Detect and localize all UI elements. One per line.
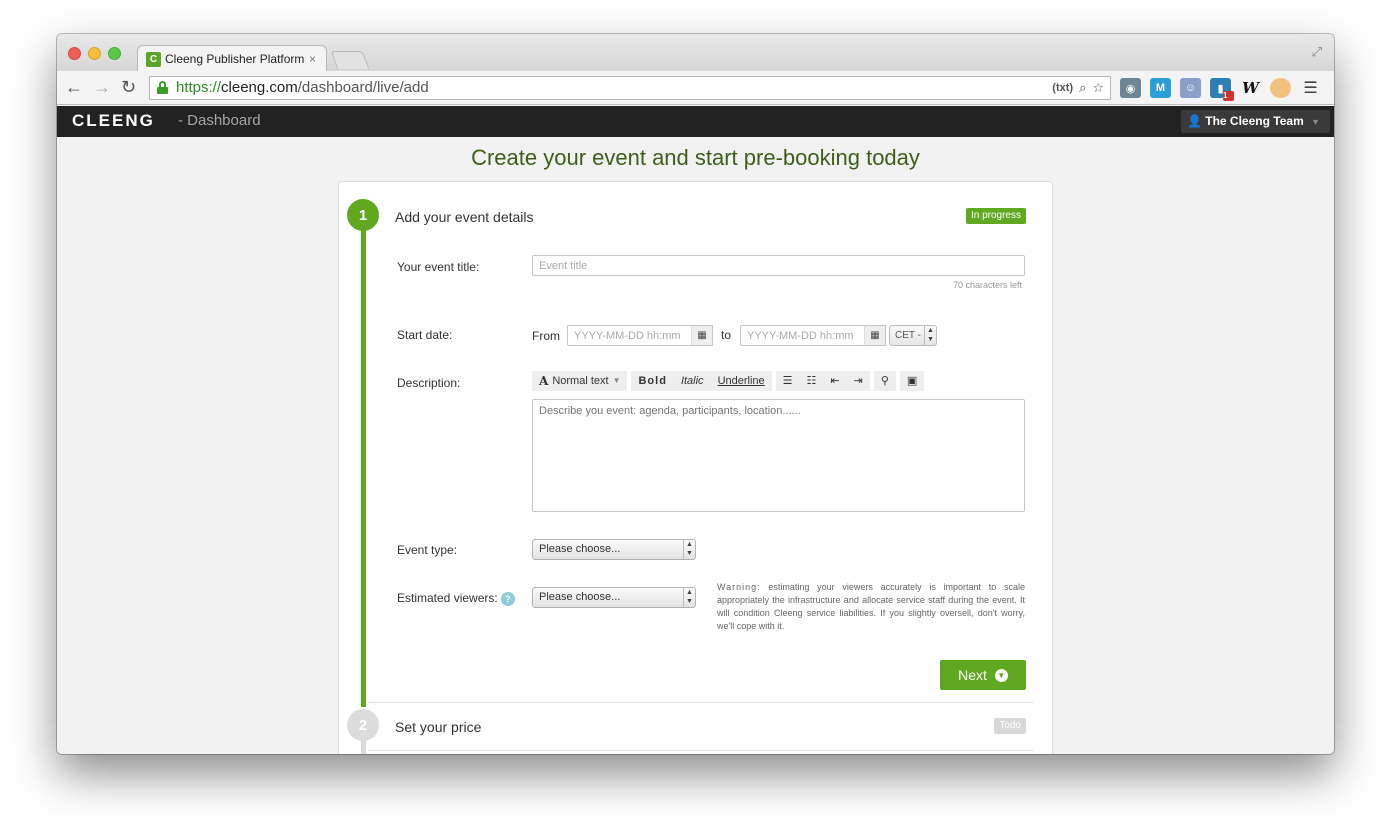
event-wizard-panel: 1 Add your event details In progress You… — [338, 181, 1053, 754]
event-type-label: Event type: — [397, 543, 458, 557]
calendar-icon[interactable]: ▦ — [864, 325, 886, 346]
indent-icon[interactable]: ⇥ — [847, 371, 870, 391]
cleeng-favicon-icon: C — [146, 51, 161, 67]
step-2-title[interactable]: Set your price — [395, 719, 481, 735]
list-buttons: ☰ ☷ ⇤ ⇥ — [775, 371, 870, 391]
text-style-value: Normal text — [552, 375, 609, 387]
tab-strip: C Cleeng Publisher Platform × ⤢ — [57, 34, 1334, 72]
owl-icon[interactable]: ◉ — [1120, 78, 1141, 98]
numbered-list-icon[interactable]: ☷ — [800, 371, 824, 391]
step-divider — [368, 750, 1033, 751]
event-type-select[interactable]: Please choose... ▲ ▼ — [532, 539, 696, 560]
cleeng-logo[interactable]: CLEENG — [72, 111, 155, 131]
search-icon[interactable]: ⌕ — [1079, 77, 1086, 99]
page-title: Create your event and start pre-booking … — [471, 145, 920, 170]
step-divider — [368, 702, 1033, 703]
next-label: Next — [958, 667, 987, 683]
browser-toolbar: ← → ↻ https://cleeng.com/dashboard/live/… — [57, 71, 1334, 105]
step-progress-line — [361, 217, 366, 707]
bold-button[interactable]: Bold — [631, 371, 673, 391]
event-title-label: Your event title: — [397, 260, 480, 274]
description-label: Description: — [397, 376, 461, 390]
fullscreen-icon[interactable]: ⤢ — [1312, 44, 1322, 60]
start-date-label: Start date: — [397, 328, 453, 342]
status-badge-todo: Todo — [994, 718, 1026, 734]
minimize-window-button[interactable] — [88, 47, 101, 60]
format-buttons: Bold Italic Underline — [631, 371, 772, 391]
browser-window: C Cleeng Publisher Platform × ⤢ ← → ↻ ht… — [57, 34, 1334, 754]
outdent-icon[interactable]: ⇤ — [823, 371, 846, 391]
italic-button[interactable]: Italic — [674, 371, 711, 391]
select-arrows-icon: ▲ ▼ — [683, 588, 695, 607]
step-2-number: 2 — [347, 709, 379, 741]
notification-badge: 1 — [1223, 91, 1234, 101]
text-style-dropdown[interactable]: A Normal text ▼ — [532, 371, 628, 391]
step-1-number: 1 — [347, 199, 379, 231]
timezone-select[interactable]: CET - ▲ ▼ — [889, 325, 937, 346]
omnibox-icons: (txt) ⌕ ☆ — [1052, 77, 1104, 99]
person-card-icon[interactable]: ☺ — [1180, 78, 1201, 98]
new-tab-button[interactable] — [330, 51, 370, 69]
back-icon[interactable]: ← — [65, 77, 83, 97]
estimated-viewers-select[interactable]: Please choose... ▲ ▼ — [532, 587, 696, 608]
chevron-down-icon: ▼ — [994, 668, 1008, 682]
status-badge-in-progress: In progress — [965, 208, 1026, 224]
user-name: The Cleeng Team — [1205, 114, 1304, 128]
url-path: /dashboard/live/add — [297, 79, 429, 96]
trello-icon[interactable]: ▮ 1 — [1210, 78, 1234, 101]
browser-tab[interactable]: C Cleeng Publisher Platform × — [137, 45, 327, 72]
end-date-input[interactable] — [740, 325, 865, 346]
characters-left-counter: 70 characters left — [952, 280, 1022, 290]
select-arrows-icon: ▲ ▼ — [924, 326, 936, 345]
to-label: to — [721, 328, 732, 342]
zoom-window-button[interactable] — [108, 47, 121, 60]
tab-title: Cleeng Publisher Platform — [165, 52, 305, 66]
address-bar[interactable]: https://cleeng.com/dashboard/live/add (t… — [149, 76, 1111, 100]
reload-icon[interactable]: ↻ — [121, 77, 136, 97]
start-date-input[interactable] — [567, 325, 692, 346]
select-arrows-icon: ▲ ▼ — [683, 540, 695, 559]
chevron-down-icon: ▼ — [612, 376, 621, 385]
app-top-bar: CLEENG - Dashboard 👤 The Cleeng Team ▼ — [57, 106, 1334, 137]
bullet-list-icon[interactable]: ☰ — [776, 371, 800, 391]
timezone-value: CET - — [895, 330, 921, 341]
viewers-warning: Warning: estimating your viewers accurat… — [717, 581, 1025, 633]
chevron-down-icon: ▼ — [1311, 117, 1320, 127]
next-button[interactable]: Next ▼ — [940, 660, 1026, 690]
description-textarea[interactable] — [532, 399, 1025, 512]
user-icon: 👤 — [1186, 114, 1202, 128]
underline-button[interactable]: Underline — [711, 371, 772, 391]
main-content: Create your event and start pre-booking … — [57, 137, 1334, 754]
w-icon[interactable]: W — [1240, 78, 1261, 98]
warning-text: estimating your viewers accurately is im… — [717, 582, 1025, 631]
step-1-title[interactable]: Add your event details — [395, 209, 534, 225]
calendar-icon[interactable]: ▦ — [691, 325, 713, 346]
event-type-value: Please choose... — [539, 543, 621, 555]
m-icon[interactable]: M — [1150, 78, 1171, 98]
estimated-viewers-label: Estimated viewers:? — [397, 591, 515, 606]
menu-icon[interactable]: ☰ — [1300, 78, 1321, 98]
estimated-viewers-text: Estimated viewers: — [397, 591, 498, 605]
font-icon: A — [539, 374, 549, 388]
close-window-button[interactable] — [68, 47, 81, 60]
url-host: cleeng.com — [221, 79, 298, 96]
text-mode-icon[interactable]: (txt) — [1052, 77, 1073, 99]
extension-icons: ◉ M ☺ ▮ 1 W ☰ — [1120, 78, 1321, 101]
forward-icon[interactable]: → — [93, 77, 111, 97]
warning-label: Warning: — [717, 582, 761, 592]
user-menu[interactable]: 👤 The Cleeng Team ▼ — [1180, 110, 1330, 133]
star-icon[interactable]: ☆ — [1092, 77, 1104, 99]
from-label: From — [532, 329, 560, 343]
editor-toolbar: A Normal text ▼ Bold Italic Underline ☰ … — [532, 371, 925, 391]
event-title-input[interactable] — [532, 255, 1025, 276]
url-scheme: https:// — [176, 79, 222, 96]
cat-icon[interactable] — [1270, 78, 1291, 98]
lock-icon — [157, 81, 168, 94]
help-icon[interactable]: ? — [500, 591, 515, 606]
link-icon[interactable]: ⚲ — [873, 371, 896, 391]
tab-close-icon[interactable]: × — [309, 52, 316, 66]
dashboard-label: - Dashboard — [178, 112, 261, 129]
estimated-viewers-value: Please choose... — [539, 591, 621, 603]
image-icon[interactable]: ▣ — [899, 371, 925, 391]
